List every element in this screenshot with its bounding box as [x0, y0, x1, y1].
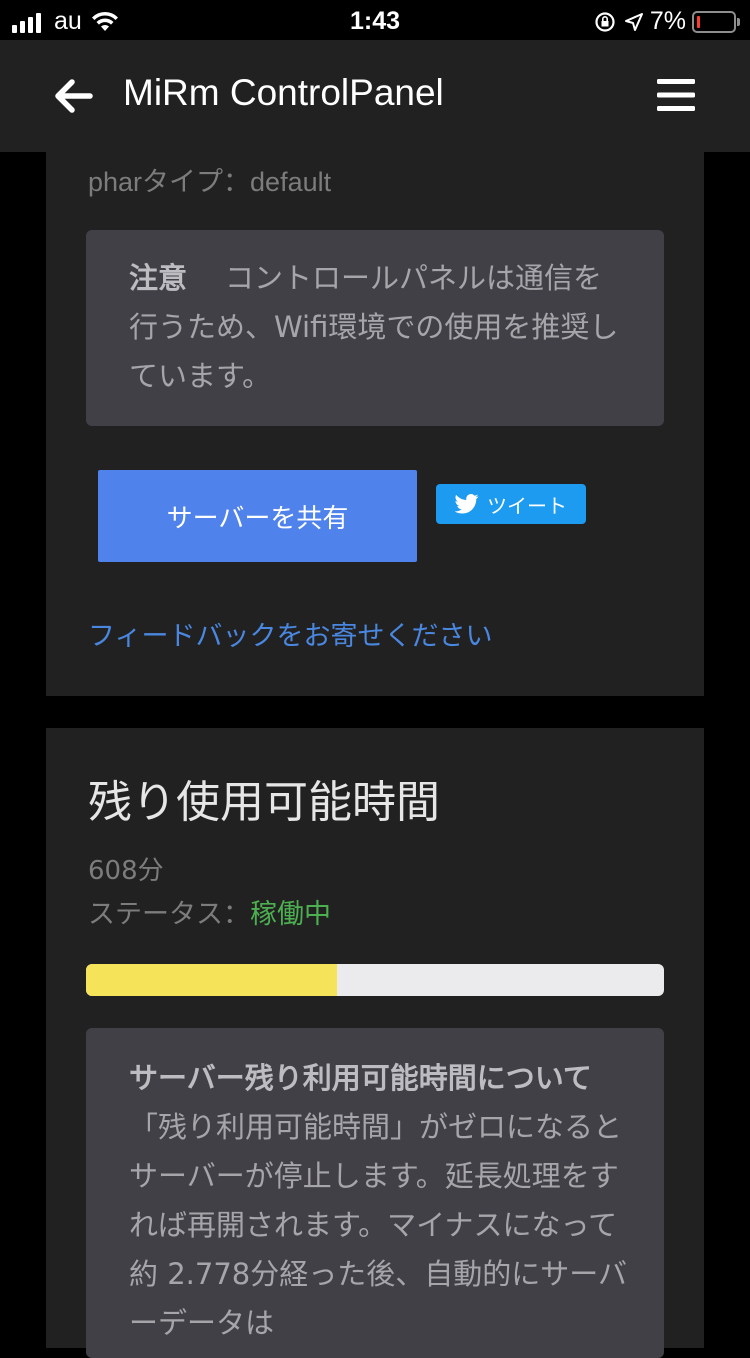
app-title: MiRm ControlPanel — [123, 72, 444, 113]
battery-icon — [692, 10, 740, 33]
share-server-button[interactable]: サーバーを共有 — [98, 470, 417, 562]
info-body: 「残り利用可能時間」がゼロになるとサーバーが停止します。延長処理をすれば再開され… — [129, 1110, 627, 1340]
progress-fill — [86, 964, 338, 996]
app-bar: MiRm ControlPanel — [0, 40, 750, 152]
feedback-link[interactable]: フィードバックをお寄せください — [88, 614, 492, 653]
battery-level — [697, 15, 700, 28]
tweet-label: ツイート — [487, 493, 567, 518]
hamburger-menu-icon[interactable] — [657, 78, 695, 112]
notice-text: 注意 コントロールパネルは通信を行うため、Wifi環境での使用を推奨しています。 — [129, 254, 629, 401]
remaining-time-title: 残り使用可能時間 — [88, 777, 440, 828]
location-arrow-icon — [624, 12, 643, 31]
remaining-time-info-box: サーバー残り利用可能時間について「残り利用可能時間」がゼロになるとサーバーが停止… — [86, 1028, 664, 1358]
info-heading: サーバー残り利用可能時間について — [129, 1061, 592, 1095]
notice-body: コントロールパネルは通信を行うため、Wifi環境での使用を推奨しています。 — [129, 261, 619, 393]
server-card: pharタイプ：default 注意 コントロールパネルは通信を行うため、Wifi… — [46, 120, 704, 696]
orientation-lock-icon — [595, 11, 615, 32]
remaining-time-progress-bar — [86, 964, 664, 996]
status-bar: au 1:43 7% — [0, 0, 750, 40]
battery-percent: 7% — [649, 7, 686, 35]
tweet-button[interactable]: ツイート — [436, 484, 586, 524]
status-value: 稼働中 — [250, 899, 331, 930]
phar-type-text: pharタイプ：default — [88, 167, 332, 197]
remaining-minutes: 608分 — [88, 856, 164, 886]
notice-box: 注意 コントロールパネルは通信を行うため、Wifi環境での使用を推奨しています。 — [86, 230, 664, 426]
status-right: 7% — [594, 7, 740, 36]
notice-heading: 注意 — [129, 261, 188, 295]
back-arrow-icon[interactable] — [52, 76, 94, 116]
twitter-bird-icon — [455, 494, 479, 514]
status-line: ステータス：稼働中 — [88, 892, 331, 931]
status-label: ステータス： — [88, 899, 250, 930]
remaining-time-card: 残り使用可能時間 608分 ステータス：稼働中 サーバー残り利用可能時間について… — [46, 728, 704, 1358]
info-text: サーバー残り利用可能時間について「残り利用可能時間」がゼロになるとサーバーが停止… — [129, 1054, 629, 1348]
